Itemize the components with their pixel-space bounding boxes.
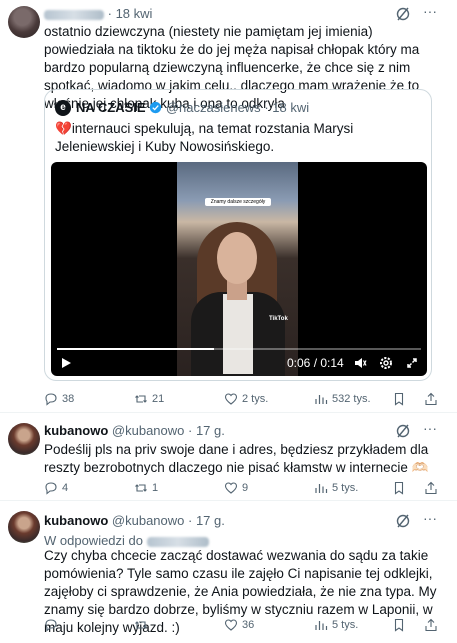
tweet-actions: 38 21 2 tys. 532 tys. (44, 390, 449, 408)
avatar[interactable] (8, 6, 40, 38)
verified-badge-icon (150, 101, 162, 114)
reply-button[interactable]: 38 (44, 390, 74, 408)
retweet-icon (135, 621, 147, 629)
tweet-header: · 18 kwi (44, 6, 152, 22)
heart-icon (224, 393, 238, 405)
tweet-time[interactable]: 18 kwi (116, 6, 153, 21)
naczasie-logo-icon[interactable]: e (55, 100, 71, 116)
like-button[interactable]: 9 (224, 479, 248, 497)
quote-time[interactable]: 18 kwi (272, 100, 309, 115)
tweet-actions: 36 5 tys. (44, 616, 449, 634)
video-progress-bar[interactable] (57, 348, 421, 350)
views-icon (315, 621, 328, 630)
video-caption: Znamy dalsze szczegóły (205, 198, 271, 206)
retweet-button[interactable]: 21 (134, 390, 164, 408)
quote-text-body: internauci spekulują, na temat rozstania… (55, 121, 354, 154)
video-current-time: 0:06 (287, 356, 311, 370)
fullscreen-icon[interactable] (405, 356, 419, 370)
grok-icon[interactable] (395, 423, 411, 439)
video-time: 0:06 / 0:14 (287, 356, 344, 370)
reply-count: 38 (62, 393, 75, 405)
bookmark-button[interactable] (392, 616, 406, 634)
author-handle[interactable]: @kubanowo (112, 513, 184, 528)
reply-to-prefix: W odpowiedzi do (44, 533, 143, 548)
heart-icon (224, 619, 238, 631)
tweet-2[interactable]: kubanowo @kubanowo · 17 g. ··· Podeślij … (0, 413, 457, 495)
like-button[interactable]: 2 tys. (224, 390, 268, 408)
tweet-time[interactable]: 17 g. (196, 513, 225, 528)
bookmark-icon (394, 618, 404, 632)
grok-icon[interactable] (395, 6, 411, 22)
views-button[interactable]: 532 tys. (314, 390, 371, 408)
more-options-icon[interactable]: ··· (422, 421, 438, 439)
view-count: 5 tys. (332, 482, 359, 494)
bookmark-icon (394, 481, 404, 495)
heart-icon (224, 482, 238, 494)
video-total-time: 0:14 (320, 356, 344, 370)
author-name[interactable]: kubanowo (44, 513, 108, 528)
more-options-icon[interactable]: ··· (422, 511, 438, 529)
reply-button[interactable] (44, 616, 62, 634)
retweet-count: 21 (152, 393, 165, 405)
bookmark-icon (394, 392, 404, 406)
share-button[interactable] (424, 390, 438, 408)
tweet-actions: 4 1 9 5 tys. (44, 479, 449, 497)
volume-icon[interactable] (353, 356, 367, 370)
tweet-time[interactable]: 17 g. (196, 423, 225, 438)
tweet-1[interactable]: · 18 kwi ··· ostatnio dziewczyna (nieste… (0, 0, 457, 412)
reply-icon (45, 482, 57, 495)
play-icon[interactable] (59, 356, 73, 370)
like-count: 36 (242, 619, 255, 631)
tweet-text: Podeślij pls na priv swoje dane i adres,… (44, 442, 429, 475)
quoted-tweet[interactable]: e NA CZASIE @naczasienews · 18 kwi 💔inte… (44, 89, 432, 381)
more-options-icon[interactable]: ··· (422, 4, 438, 22)
quote-header: NA CZASIE @naczasienews · 18 kwi (76, 100, 310, 115)
author-handle[interactable]: @kubanowo (112, 423, 184, 438)
avatar[interactable] (8, 511, 40, 543)
quote-text: 💔internauci spekulują, na temat rozstani… (55, 120, 425, 156)
reply-count: 4 (62, 482, 69, 494)
reply-button[interactable]: 4 (44, 479, 68, 497)
retweet-icon (135, 484, 147, 492)
author-name[interactable]: kubanowo (44, 423, 108, 438)
bookmark-button[interactable] (392, 390, 406, 408)
quote-handle[interactable]: @naczasienews (166, 100, 261, 115)
retweet-count: 1 (152, 482, 159, 494)
views-button[interactable]: 5 tys. (314, 616, 358, 634)
retweet-button[interactable] (134, 616, 152, 634)
views-button[interactable]: 5 tys. (314, 479, 358, 497)
tiktok-watermark: TikTok (269, 316, 288, 322)
share-icon (425, 481, 437, 495)
avatar[interactable] (8, 423, 40, 455)
video-progress-fill (57, 348, 214, 350)
view-count: 532 tys. (332, 393, 371, 405)
like-button[interactable]: 36 (224, 616, 254, 634)
blurred-username[interactable] (44, 9, 104, 20)
bookmark-button[interactable] (392, 479, 406, 497)
tweet-header: kubanowo @kubanowo · 17 g. (44, 423, 225, 438)
retweet-icon (135, 395, 147, 403)
like-count: 9 (242, 482, 249, 494)
reply-to-line: W odpowiedzi do (44, 533, 209, 548)
views-icon (315, 484, 328, 493)
share-icon (425, 392, 437, 406)
share-button[interactable] (424, 616, 438, 634)
share-icon (425, 618, 437, 632)
like-count: 2 tys. (242, 393, 269, 405)
grok-icon[interactable] (395, 513, 411, 529)
share-button[interactable] (424, 479, 438, 497)
reply-icon (45, 619, 57, 632)
settings-icon[interactable] (379, 356, 393, 370)
view-count: 5 tys. (332, 619, 359, 631)
tweet-header: kubanowo @kubanowo · 17 g. (44, 513, 225, 528)
reply-icon (45, 393, 57, 406)
video-player[interactable]: Znamy dalsze szczegóły TikTok 0:06 / 0:1… (51, 162, 427, 376)
reply-to-mention[interactable] (146, 536, 209, 547)
views-icon (315, 395, 328, 404)
video-controls: 0:06 / 0:14 (51, 342, 427, 376)
retweet-button[interactable]: 1 (134, 479, 158, 497)
quote-author-name[interactable]: NA CZASIE (76, 100, 146, 115)
broken-heart-emoji: 💔 (55, 121, 72, 136)
